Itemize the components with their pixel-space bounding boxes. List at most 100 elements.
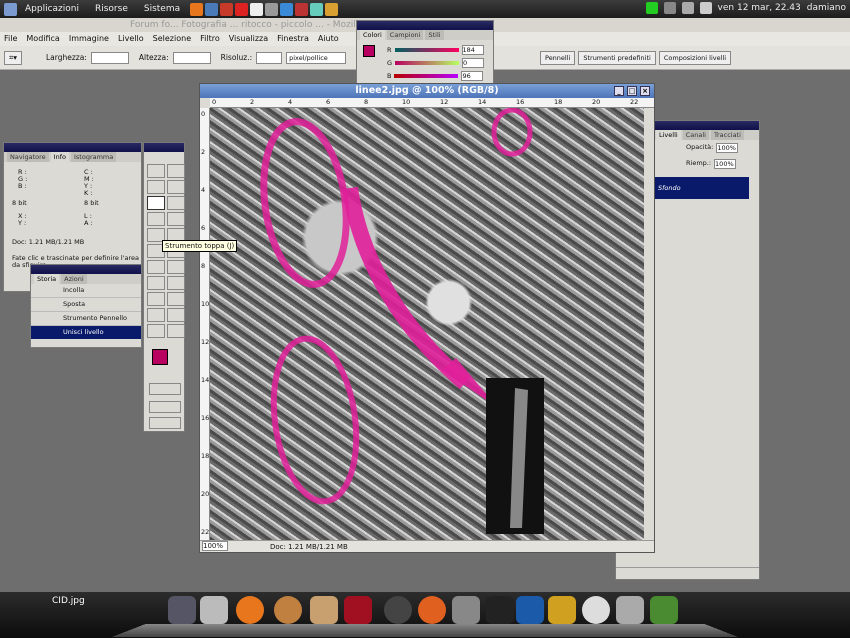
firefox-launcher-icon[interactable] xyxy=(190,2,204,16)
firefox-dock-icon[interactable] xyxy=(236,596,264,624)
menu-sistema[interactable]: Sistema xyxy=(144,4,180,14)
opacity-field[interactable]: 100% xyxy=(716,143,739,153)
screen-mode-icon[interactable] xyxy=(149,401,181,413)
dodge-tool-icon[interactable] xyxy=(167,260,185,274)
clock[interactable]: ven 12 mar, 22.43 xyxy=(718,3,801,13)
patch-tool-icon[interactable] xyxy=(147,212,165,226)
lamp-dock-icon[interactable] xyxy=(548,596,576,624)
update-tray-icon[interactable] xyxy=(645,2,658,14)
blue-value[interactable]: 96 xyxy=(461,70,484,81)
menu-modifica[interactable]: Modifica xyxy=(26,32,59,46)
move-tool-icon[interactable] xyxy=(167,164,185,178)
cursor-dock-icon[interactable] xyxy=(516,596,544,624)
menu-applicazioni[interactable]: Applicazioni xyxy=(25,4,79,14)
history-item[interactable]: Sposta xyxy=(31,298,141,312)
hand-tool-icon[interactable] xyxy=(147,324,165,338)
trash-dock-icon[interactable] xyxy=(452,596,480,624)
zoom-field[interactable]: 100% xyxy=(202,541,228,551)
tab-canali[interactable]: Canali xyxy=(682,130,709,140)
menu-visualizza[interactable]: Visualizza xyxy=(229,32,268,46)
menu-aiuto[interactable]: Aiuto xyxy=(318,32,339,46)
menu-selezione[interactable]: Selezione xyxy=(153,32,191,46)
foreground-color-swatch[interactable] xyxy=(152,349,168,365)
tab-strumenti-predefiniti[interactable]: Strumenti predefiniti xyxy=(578,50,656,65)
green-slider[interactable] xyxy=(395,60,460,65)
menu-file[interactable]: File xyxy=(4,32,17,46)
document-title[interactable]: linee2.jpg @ 100% (RGB/8) _ □ × xyxy=(200,84,654,98)
tab-storia[interactable]: Storia xyxy=(34,274,60,284)
pen-tool-icon[interactable] xyxy=(147,292,165,306)
gimp-launcher-icon[interactable] xyxy=(325,2,339,16)
green-value[interactable]: 0 xyxy=(462,57,485,68)
menu-immagine[interactable]: Immagine xyxy=(69,32,109,46)
zoom-tool-icon[interactable] xyxy=(167,324,185,338)
monitor-dock-icon[interactable] xyxy=(168,596,196,624)
slice-tool-icon[interactable] xyxy=(167,196,185,210)
disc-dock-icon[interactable] xyxy=(384,596,412,624)
unit-select[interactable]: pixel/pollice xyxy=(286,51,347,64)
image-canvas[interactable] xyxy=(210,108,644,540)
tab-info[interactable]: Info xyxy=(50,152,69,162)
history-item[interactable]: Incolla xyxy=(31,284,141,298)
tab-tracciati[interactable]: Tracciati xyxy=(710,130,744,140)
tab-colori[interactable]: Colori xyxy=(360,30,385,40)
notes-tool-icon[interactable] xyxy=(147,308,165,322)
menu-filtro[interactable]: Filtro xyxy=(200,32,220,46)
maximize-icon[interactable]: □ xyxy=(627,86,637,96)
tab-composizioni-livelli[interactable]: Composizioni livelli xyxy=(658,50,732,65)
history-item[interactable]: Strumento Pennello xyxy=(31,312,141,326)
document-launcher-icon[interactable] xyxy=(250,2,264,16)
menu-risorse[interactable]: Risorse xyxy=(95,4,128,14)
fill-field[interactable]: 100% xyxy=(714,159,737,169)
help-launcher-icon[interactable] xyxy=(220,2,234,16)
tab-pennelli[interactable]: Pennelli xyxy=(540,50,576,65)
tab-stili[interactable]: Stili xyxy=(425,30,444,40)
skype-launcher-icon[interactable] xyxy=(280,2,294,16)
cd-dock-icon[interactable] xyxy=(582,596,610,624)
tux-dock-icon[interactable] xyxy=(486,596,514,624)
menu-livello[interactable]: Livello xyxy=(118,32,144,46)
minimize-icon[interactable]: _ xyxy=(614,86,624,96)
nautilus-dock-icon[interactable] xyxy=(274,596,302,624)
weather-dock-icon[interactable] xyxy=(616,596,644,624)
gimp-dock-icon[interactable] xyxy=(200,596,228,624)
path-selection-tool-icon[interactable] xyxy=(147,276,165,290)
photoshop-dock-icon[interactable] xyxy=(650,596,678,624)
tab-azioni[interactable]: Azioni xyxy=(61,274,87,284)
marquee-tool-icon[interactable] xyxy=(147,164,165,178)
width-field[interactable] xyxy=(90,51,129,64)
foot-icon[interactable] xyxy=(4,2,17,16)
volume-tray-icon[interactable] xyxy=(681,2,694,14)
rabbit-dock-icon[interactable] xyxy=(310,596,338,624)
mail-tray-icon[interactable] xyxy=(699,2,712,14)
foreground-swatch[interactable] xyxy=(363,45,375,57)
app-launcher-icon[interactable] xyxy=(310,2,324,16)
thunderbird-launcher-icon[interactable] xyxy=(205,2,219,16)
height-field[interactable] xyxy=(172,51,211,64)
close-icon[interactable]: × xyxy=(640,86,650,96)
tab-livelli[interactable]: Livelli xyxy=(656,130,681,140)
jump-to-imageready-icon[interactable] xyxy=(149,417,181,429)
brush-tool-icon[interactable] xyxy=(167,212,185,226)
blur-tool-icon[interactable] xyxy=(147,260,165,274)
tab-campioni[interactable]: Campioni xyxy=(386,30,424,40)
terminal-launcher-icon[interactable] xyxy=(265,2,279,16)
app-launcher-icon[interactable] xyxy=(295,2,309,16)
shape-tool-icon[interactable] xyxy=(167,292,185,306)
user-menu[interactable]: damiano xyxy=(807,3,846,13)
quick-mask-icon[interactable] xyxy=(149,383,181,395)
tab-navigatore[interactable]: Navigatore xyxy=(7,152,49,162)
type-tool-icon[interactable] xyxy=(167,276,185,290)
lasso-tool-icon[interactable] xyxy=(147,180,165,194)
crop-tool-icon[interactable]: ⌗▾ xyxy=(4,50,22,65)
ubuntu-dock-icon[interactable] xyxy=(418,596,446,624)
blue-slider[interactable] xyxy=(394,73,459,78)
opera-launcher-icon[interactable] xyxy=(235,2,249,16)
network-tray-icon[interactable] xyxy=(663,2,676,14)
menu-finestra[interactable]: Finestra xyxy=(277,32,309,46)
red-slider[interactable] xyxy=(394,47,459,52)
resolution-field[interactable] xyxy=(256,51,283,64)
tab-istogramma[interactable]: Istogramma xyxy=(70,152,117,162)
magic-wand-tool-icon[interactable] xyxy=(167,180,185,194)
red-value[interactable]: 184 xyxy=(461,44,484,55)
